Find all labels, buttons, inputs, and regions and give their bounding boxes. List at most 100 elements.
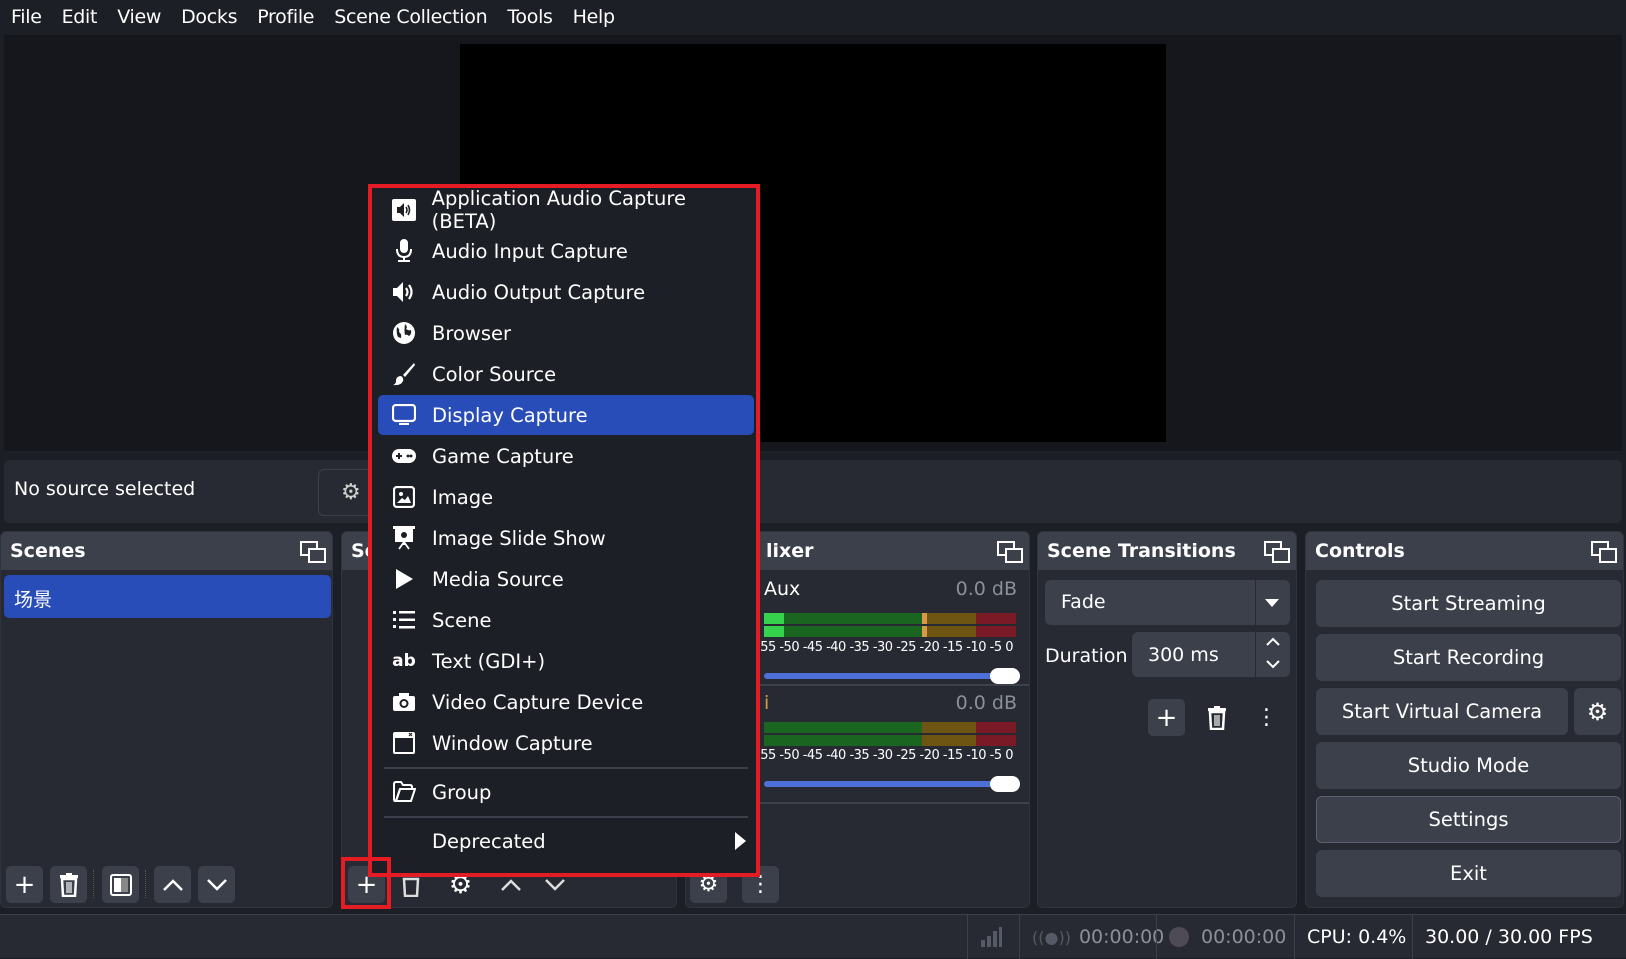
folder-icon — [384, 781, 424, 803]
menu-profile[interactable]: Profile — [247, 6, 324, 28]
menu-item-label: Browser — [432, 321, 512, 345]
studio-mode-button[interactable]: Studio Mode — [1316, 742, 1621, 789]
menu-item-audio-input-capture[interactable]: Audio Input Capture — [378, 231, 754, 271]
duration-spinbox[interactable]: 300 ms — [1132, 632, 1290, 677]
spin-up-icon[interactable] — [1266, 637, 1280, 647]
microphone-icon — [384, 239, 424, 263]
add-scene-button[interactable]: + — [6, 866, 43, 903]
gear-icon: ⚙ — [341, 480, 361, 505]
undock-icon[interactable] — [1264, 541, 1290, 563]
stream-status: ((●)) 00:00:00 — [1019, 915, 1164, 959]
add-source-highlight — [341, 857, 391, 909]
add-source-context-menu: Application Audio Capture (BETA) Audio I… — [368, 184, 760, 877]
chevron-down-icon — [206, 878, 227, 891]
remove-transition-button[interactable] — [1198, 699, 1235, 736]
menu-file[interactable]: File — [1, 6, 52, 28]
menu-separator — [384, 767, 748, 769]
menu-item-window-capture[interactable]: Window Capture — [378, 723, 754, 763]
undock-icon[interactable] — [1591, 541, 1617, 563]
add-transition-button[interactable]: + — [1148, 699, 1185, 736]
camera-icon — [384, 692, 424, 712]
menu-item-video-capture-device[interactable]: Video Capture Device — [378, 682, 754, 722]
channel-db: 0.0 dB — [955, 578, 1017, 600]
menu-item-scene[interactable]: Scene — [378, 600, 754, 640]
move-scene-down-button[interactable] — [198, 866, 235, 903]
menu-item-label: Deprecated — [432, 829, 546, 853]
menu-item-audio-output-capture[interactable]: Audio Output Capture — [378, 272, 754, 312]
remove-scene-button[interactable] — [50, 866, 87, 903]
list-icon — [384, 610, 424, 630]
start-recording-button[interactable]: Start Recording — [1316, 634, 1621, 681]
transition-select[interactable]: Fade — [1045, 580, 1290, 625]
volume-slider[interactable] — [764, 673, 996, 679]
volume-slider-handle[interactable] — [990, 668, 1020, 684]
scenes-title: Scenes — [1, 532, 332, 570]
volume-slider-handle[interactable] — [990, 776, 1020, 792]
menu-item-label: Color Source — [432, 362, 557, 386]
menu-docks[interactable]: Docks — [171, 6, 247, 28]
controls-dock: Controls Start Streaming Start Recording… — [1305, 531, 1624, 908]
menu-edit[interactable]: Edit — [52, 6, 108, 28]
transition-menu-button[interactable]: ⋮ — [1248, 699, 1285, 736]
speaker-icon — [384, 281, 424, 303]
spin-down-icon[interactable] — [1266, 659, 1280, 669]
menu-tools[interactable]: Tools — [497, 6, 562, 28]
menu-item-text-gdi[interactable]: ab Text (GDI+) — [378, 641, 754, 681]
menu-item-image-slide-show[interactable]: Image Slide Show — [378, 518, 754, 558]
menu-bar: File Edit View Docks Profile Scene Colle… — [0, 0, 1626, 34]
channel-name: Aux — [764, 578, 801, 600]
duration-label: Duration — [1045, 645, 1128, 667]
menu-item-deprecated[interactable]: Deprecated — [378, 821, 754, 861]
menu-item-application-audio-capture[interactable]: Application Audio Capture (BETA) — [378, 187, 754, 233]
no-source-label: No source selected — [14, 478, 196, 500]
menu-view[interactable]: View — [107, 6, 171, 28]
menu-item-browser[interactable]: Browser — [378, 313, 754, 353]
menu-item-label: Text (GDI+) — [432, 649, 546, 673]
menu-item-game-capture[interactable]: Game Capture — [378, 436, 754, 476]
stream-time: 00:00:00 — [1078, 926, 1165, 948]
gamepad-icon — [384, 449, 424, 463]
controls-title: Controls — [1306, 532, 1623, 570]
cpu-status: CPU: 0.4% — [1294, 915, 1412, 959]
chevron-down-icon — [544, 878, 565, 891]
scene-filters-button[interactable] — [102, 866, 139, 903]
trash-icon — [1207, 705, 1226, 730]
volume-slider[interactable] — [764, 781, 996, 787]
undock-icon[interactable] — [300, 541, 326, 563]
signal-bars-icon — [981, 927, 1002, 947]
menu-item-label: Group — [432, 780, 492, 804]
monitor-icon — [384, 404, 424, 426]
undock-icon[interactable] — [997, 541, 1023, 563]
virtual-camera-settings-button[interactable]: ⚙ — [1574, 688, 1621, 735]
duration-value: 300 ms — [1148, 644, 1219, 666]
volume-meter — [764, 613, 1016, 624]
exit-button[interactable]: Exit — [1316, 850, 1621, 897]
submenu-arrow-icon — [735, 832, 746, 850]
menu-item-label: Image Slide Show — [432, 526, 606, 550]
channel-db: 0.0 dB — [955, 692, 1017, 714]
status-bar: ((●)) 00:00:00 00:00:00 CPU: 0.4% 30.00 … — [0, 914, 1626, 959]
start-streaming-button[interactable]: Start Streaming — [1316, 580, 1621, 627]
scene-list-item[interactable]: 场景 — [4, 575, 331, 618]
record-icon — [1169, 927, 1189, 947]
menu-item-image[interactable]: Image — [378, 477, 754, 517]
menu-help[interactable]: Help — [563, 6, 625, 28]
menu-scene-collection[interactable]: Scene Collection — [324, 6, 497, 28]
menu-item-color-source[interactable]: Color Source — [378, 354, 754, 394]
scene-transitions-dock: Scene Transitions Fade Duration 300 ms +… — [1037, 531, 1297, 908]
menu-item-display-capture[interactable]: Display Capture — [378, 395, 754, 435]
more-vertical-icon: ⋮ — [1255, 705, 1278, 730]
menu-item-media-source[interactable]: Media Source — [378, 559, 754, 599]
fps-status: 30.00 / 30.00 FPS — [1412, 915, 1626, 959]
meter-scale: -55 -50 -45 -40 -35 -30 -25 -20 -15 -10 … — [756, 748, 1014, 763]
menu-item-group[interactable]: Group — [378, 772, 754, 812]
globe-icon — [384, 321, 424, 345]
menu-item-label: Window Capture — [432, 731, 593, 755]
menu-item-label: Media Source — [432, 567, 564, 591]
start-virtual-camera-button[interactable]: Start Virtual Camera — [1316, 688, 1568, 735]
move-scene-up-button[interactable] — [154, 866, 191, 903]
toolbar-separator — [93, 870, 94, 898]
settings-button[interactable]: Settings — [1316, 796, 1621, 843]
menu-item-label: Image — [432, 485, 494, 509]
image-icon — [384, 486, 424, 508]
